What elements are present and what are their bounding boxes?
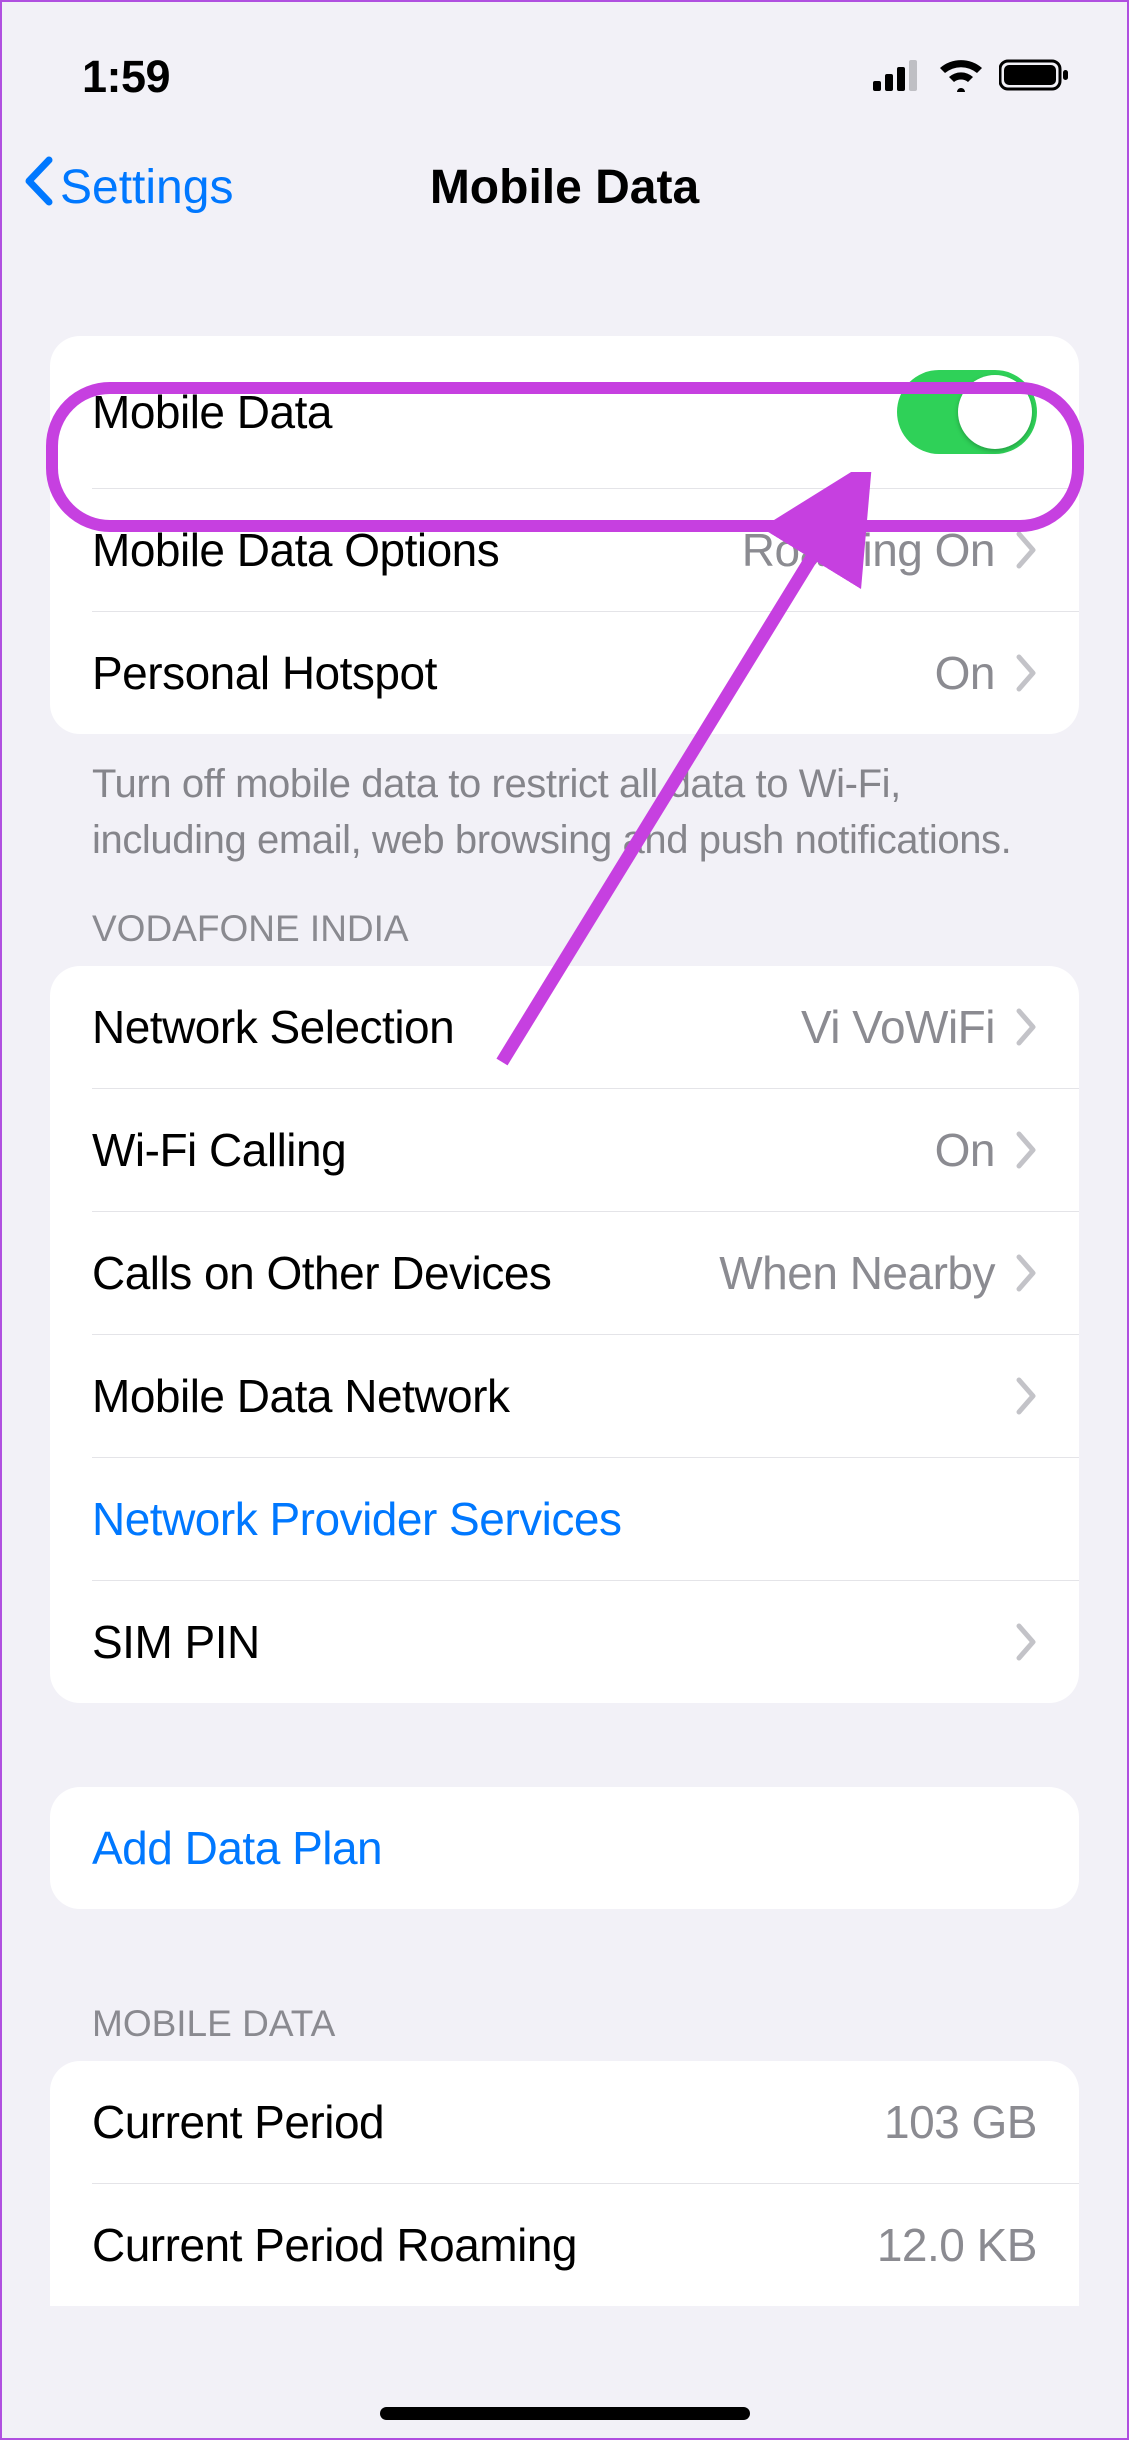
group-usage: Current Period 103 GB Current Period Roa…: [50, 2061, 1079, 2306]
group-mobile-data: Mobile Data Mobile Data Options Roaming …: [50, 336, 1079, 734]
chevron-left-icon: [22, 156, 54, 218]
calls-other-value: When Nearby: [719, 1246, 995, 1300]
row-sim-pin[interactable]: SIM PIN: [92, 1580, 1079, 1703]
row-mobile-data-network[interactable]: Mobile Data Network: [92, 1334, 1079, 1457]
calls-other-label: Calls on Other Devices: [92, 1246, 551, 1300]
mobile-data-label: Mobile Data: [92, 385, 332, 439]
row-add-data-plan[interactable]: Add Data Plan: [50, 1787, 1079, 1909]
row-wifi-calling[interactable]: Wi-Fi Calling On: [92, 1088, 1079, 1211]
chevron-right-icon: [1015, 1131, 1037, 1169]
mobile-data-footer: Turn off mobile data to restrict all dat…: [2, 734, 1127, 878]
back-button[interactable]: Settings: [22, 156, 233, 218]
row-personal-hotspot[interactable]: Personal Hotspot On: [92, 611, 1079, 734]
nav-bar: Settings Mobile Data: [2, 122, 1127, 252]
options-value: Roaming On: [742, 523, 995, 577]
chevron-right-icon: [1015, 1254, 1037, 1292]
back-label: Settings: [60, 160, 233, 215]
status-time: 1:59: [82, 51, 170, 103]
row-provider-services[interactable]: Network Provider Services: [92, 1457, 1079, 1580]
row-calls-other-devices[interactable]: Calls on Other Devices When Nearby: [92, 1211, 1079, 1334]
chevron-right-icon: [1015, 1623, 1037, 1661]
row-current-period[interactable]: Current Period 103 GB: [50, 2061, 1079, 2183]
toggle-knob: [958, 375, 1032, 449]
options-label: Mobile Data Options: [92, 523, 499, 577]
hotspot-label: Personal Hotspot: [92, 646, 437, 700]
hotspot-value: On: [935, 646, 995, 700]
net-sel-value: Vi VoWiFi: [801, 1000, 995, 1054]
row-mobile-data[interactable]: Mobile Data: [50, 336, 1079, 488]
chevron-right-icon: [1015, 531, 1037, 569]
chevron-right-icon: [1015, 1377, 1037, 1415]
row-network-selection[interactable]: Network Selection Vi VoWiFi: [50, 966, 1079, 1088]
usage-header: MOBILE DATA: [2, 1973, 1127, 2061]
cellular-signal-icon: [873, 59, 923, 96]
wifi-icon: [937, 58, 985, 97]
home-indicator[interactable]: [380, 2407, 750, 2420]
row-current-period-roaming[interactable]: Current Period Roaming 12.0 KB: [92, 2183, 1079, 2306]
wifi-call-label: Wi-Fi Calling: [92, 1123, 346, 1177]
net-sel-label: Network Selection: [92, 1000, 454, 1054]
group-add-plan: Add Data Plan: [50, 1787, 1079, 1909]
row-mobile-data-options[interactable]: Mobile Data Options Roaming On: [92, 488, 1079, 611]
period-value: 103 GB: [884, 2095, 1037, 2149]
sim-pin-label: SIM PIN: [92, 1615, 260, 1669]
carrier-header: VODAFONE INDIA: [2, 878, 1127, 966]
wifi-call-value: On: [935, 1123, 995, 1177]
add-plan-label: Add Data Plan: [92, 1821, 382, 1875]
chevron-right-icon: [1015, 1008, 1037, 1046]
mdn-label: Mobile Data Network: [92, 1369, 509, 1423]
roaming-value: 12.0 KB: [877, 2218, 1037, 2272]
period-label: Current Period: [92, 2095, 384, 2149]
group-carrier: Network Selection Vi VoWiFi Wi-Fi Callin…: [50, 966, 1079, 1703]
provider-label: Network Provider Services: [92, 1492, 621, 1546]
status-icons: [873, 58, 1071, 97]
battery-icon: [999, 58, 1071, 97]
chevron-right-icon: [1015, 654, 1037, 692]
status-bar: 1:59: [2, 2, 1127, 122]
roaming-label: Current Period Roaming: [92, 2218, 577, 2272]
mobile-data-toggle[interactable]: [897, 370, 1037, 454]
